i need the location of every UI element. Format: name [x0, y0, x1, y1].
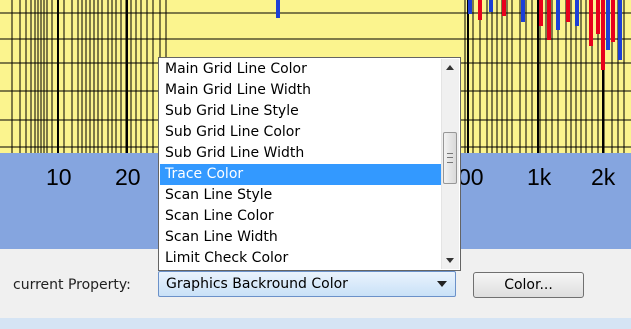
- property-option[interactable]: Trace Color: [160, 164, 443, 185]
- trace-bar: [575, 0, 579, 26]
- x-axis-tick-label: 00: [458, 164, 484, 190]
- x-axis-tick-label: 10: [46, 164, 72, 190]
- trace-bar: [539, 0, 543, 26]
- property-option[interactable]: Sub Grid Line Width: [160, 143, 443, 164]
- trace-bar: [276, 0, 280, 18]
- trace-bar: [606, 0, 610, 50]
- color-button[interactable]: Color...: [473, 272, 584, 298]
- current-property-label: current Property:: [13, 277, 131, 293]
- x-axis-tick-label: 2k: [591, 164, 616, 190]
- dropdown-scrollbar[interactable]: [441, 59, 459, 269]
- property-option[interactable]: Main Grid Line Color: [160, 59, 443, 80]
- trace-bar: [468, 0, 472, 14]
- dropdown-arrow-icon[interactable]: [437, 281, 447, 287]
- trace-bar: [521, 0, 525, 22]
- trace-bar: [618, 0, 622, 60]
- trace-bar: [502, 0, 506, 16]
- property-option[interactable]: Main Grid Line Width: [160, 80, 443, 101]
- property-option[interactable]: Scan Line Style: [160, 185, 443, 206]
- bottom-strip: [0, 318, 631, 329]
- trace-bar: [478, 0, 482, 20]
- scroll-down-arrow-icon[interactable]: [442, 252, 459, 269]
- trace-bar: [566, 0, 570, 22]
- trace-bar: [489, 0, 493, 12]
- x-axis-tick-label: 20: [115, 164, 141, 190]
- trace-bar: [556, 0, 560, 30]
- grip-icon: [447, 153, 453, 163]
- property-option[interactable]: Sub Grid Line Style: [160, 101, 443, 122]
- scrollbar-thumb[interactable]: [443, 132, 457, 184]
- trace-bar: [547, 0, 551, 40]
- property-dropdown-list[interactable]: Main Grid Line Color Main Grid Line Widt…: [158, 57, 461, 271]
- scroll-up-arrow-icon[interactable]: [442, 59, 459, 76]
- trace-bar: [611, 0, 615, 42]
- property-option[interactable]: Scan Line Width: [160, 227, 443, 248]
- property-options: Main Grid Line Color Main Grid Line Widt…: [160, 59, 443, 269]
- trace-bar: [601, 0, 605, 70]
- trace-bar: [589, 0, 593, 46]
- current-property-value: Graphics Backround Color: [166, 276, 348, 292]
- trace-bar: [596, 0, 600, 34]
- current-property-select[interactable]: Graphics Backround Color: [158, 271, 456, 297]
- x-axis-tick-label: 1k: [527, 164, 552, 190]
- property-option[interactable]: Limit Check Color: [160, 248, 443, 269]
- property-option[interactable]: Sub Grid Line Color: [160, 122, 443, 143]
- property-option[interactable]: Scan Line Color: [160, 206, 443, 227]
